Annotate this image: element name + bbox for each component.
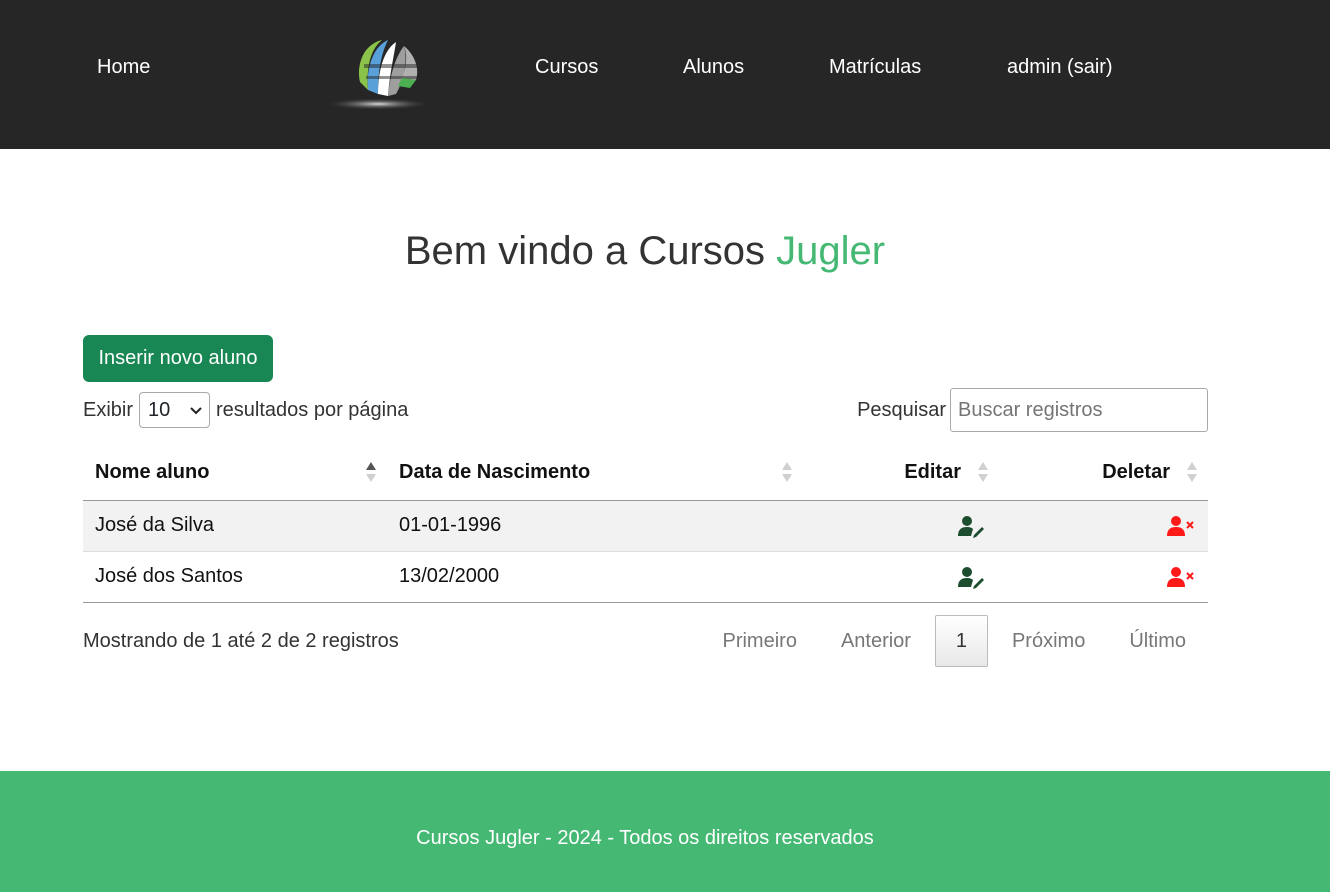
column-header-name[interactable]: Nome aluno <box>83 445 387 501</box>
table-row: José da Silva 01-01-1996 <box>83 500 1208 552</box>
student-birthdate-cell: 01-01-1996 <box>387 500 803 552</box>
chevron-down-icon <box>190 407 202 415</box>
pagination: Primeiro Anterior 1 Próximo Último <box>700 615 1208 667</box>
nav-cursos-link[interactable]: Cursos <box>535 56 598 79</box>
sort-arrows-icon <box>782 462 792 483</box>
search-label: Pesquisar <box>857 398 946 421</box>
welcome-prefix: Bem vindo a Cursos <box>404 229 766 273</box>
column-header-name-label: Nome aluno <box>95 460 210 483</box>
column-header-birthdate-label: Data de Nascimento <box>399 460 591 483</box>
page-title: Bem vindo a Cursos Jugler <box>0 229 1290 274</box>
user-delete-icon[interactable] <box>1166 514 1196 538</box>
globe-logo[interactable] <box>322 34 434 114</box>
pagination-next[interactable]: Próximo <box>990 630 1107 653</box>
delete-cell <box>999 551 1208 603</box>
insert-student-button[interactable]: Inserir novo aluno <box>83 335 273 382</box>
user-delete-icon[interactable] <box>1166 565 1196 589</box>
search-input[interactable] <box>950 388 1208 432</box>
column-header-edit-label: Editar <box>904 460 961 483</box>
nav-matriculas-link[interactable]: Matrículas <box>829 56 921 79</box>
search-box: Pesquisar <box>857 388 1208 432</box>
column-header-birthdate[interactable]: Data de Nascimento <box>387 445 803 501</box>
pagination-first[interactable]: Primeiro <box>700 630 818 653</box>
length-menu: Exibir 10 resultados por página <box>83 392 408 428</box>
sort-ascending-icon <box>366 462 376 483</box>
student-birthdate-cell: 13/02/2000 <box>387 551 803 603</box>
edit-cell <box>803 500 999 552</box>
column-header-delete[interactable]: Deletar <box>999 445 1208 501</box>
pagination-current-page[interactable]: 1 <box>934 615 988 667</box>
length-suffix-label: resultados por página <box>216 398 409 421</box>
table-header-row: Nome aluno Data de Nascimento Editar Del… <box>83 445 1208 501</box>
welcome-brand: Jugler <box>776 229 886 273</box>
table-row: José dos Santos 13/02/2000 <box>83 551 1208 603</box>
delete-cell <box>999 500 1208 552</box>
nav-alunos-link[interactable]: Alunos <box>683 56 744 79</box>
sort-arrows-icon <box>1187 462 1197 483</box>
pagination-previous[interactable]: Anterior <box>819 630 933 653</box>
column-header-delete-label: Deletar <box>1102 460 1170 483</box>
top-navbar: Home Cursos Alunos Matrículas admin (sai… <box>0 0 1330 149</box>
students-table: Nome aluno Data de Nascimento Editar Del… <box>83 445 1208 603</box>
user-edit-icon[interactable] <box>957 514 987 538</box>
pagination-last[interactable]: Último <box>1107 630 1208 653</box>
footer-copyright: Cursos Jugler - 2024 - Todos os direitos… <box>416 827 874 849</box>
nav-home-link[interactable]: Home <box>97 56 150 79</box>
page-length-select[interactable]: 10 <box>139 392 211 428</box>
sort-arrows-icon <box>978 462 988 483</box>
table-info: Mostrando de 1 até 2 de 2 registros <box>83 630 399 652</box>
page-length-value: 10 <box>148 398 171 421</box>
edit-cell <box>803 551 999 603</box>
user-edit-icon[interactable] <box>957 565 987 589</box>
column-header-edit[interactable]: Editar <box>803 445 999 501</box>
student-name-cell: José da Silva <box>83 500 387 552</box>
nav-admin-logout-link[interactable]: admin (sair) <box>1007 56 1113 79</box>
length-prefix-label: Exibir <box>83 398 134 421</box>
student-name-cell: José dos Santos <box>83 551 387 603</box>
